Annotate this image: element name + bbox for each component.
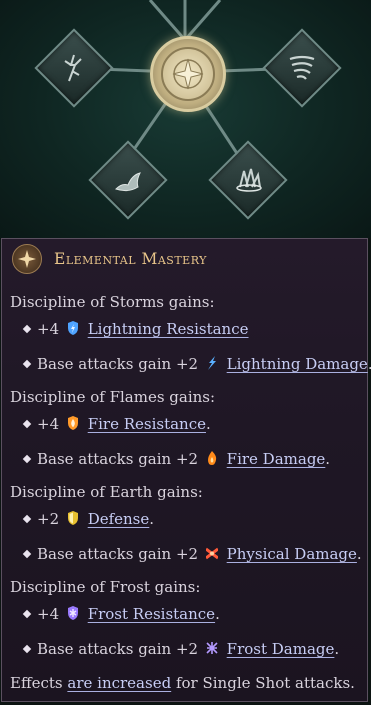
lightning-damage-link[interactable]: Lightning Damage xyxy=(227,355,368,373)
bonus-line: Base attacks gain +2 Fire Damage. xyxy=(22,450,330,468)
tooltip-header: Elemental Mastery xyxy=(2,239,367,279)
bonus-line: +4 Frost Resistance. xyxy=(22,605,220,623)
whirlwind-icon xyxy=(289,55,315,80)
bullet-icon xyxy=(22,359,32,369)
tooltip-panel: Elemental Mastery Discipline of Storms g… xyxy=(1,238,371,702)
fire-resistance-icon xyxy=(67,416,78,430)
section-heading: Discipline of Frost gains: xyxy=(10,578,201,596)
bonus-line: +2 Defense. xyxy=(22,510,154,528)
bonus-line: +4 Fire Resistance. xyxy=(22,415,211,433)
crystal-icon xyxy=(236,168,262,192)
bullet-icon xyxy=(22,549,32,559)
fire-resistance-link[interactable]: Fire Resistance xyxy=(88,415,206,433)
bonus-line: +4 Lightning Resistance xyxy=(22,320,249,338)
section-heading: Discipline of Earth gains: xyxy=(10,483,203,501)
lightning-damage-icon xyxy=(207,356,216,370)
frost-resistance-icon xyxy=(67,606,78,620)
physical-damage-link[interactable]: Physical Damage xyxy=(227,545,357,563)
bullet-icon xyxy=(22,324,32,334)
bullet-icon xyxy=(22,419,32,429)
lightning-tree-icon xyxy=(64,54,82,82)
fire-damage-icon xyxy=(207,451,217,465)
are-increased-link[interactable]: are increased xyxy=(67,674,171,692)
skill-tree xyxy=(0,0,371,238)
bonus-line: Base attacks gain +2 Frost Damage. xyxy=(22,640,339,658)
tooltip-title: Elemental Mastery xyxy=(54,250,207,268)
bonus-line: Base attacks gain +2 Lightning Damage. xyxy=(22,355,371,373)
defense-icon xyxy=(67,511,78,525)
defense-link[interactable]: Defense xyxy=(88,510,150,528)
frost-damage-link[interactable]: Frost Damage xyxy=(227,640,335,658)
flame-icon xyxy=(115,172,141,192)
lightning-resistance-icon xyxy=(67,321,78,335)
physical-damage-icon xyxy=(205,547,218,560)
lightning-resistance-link[interactable]: Lightning Resistance xyxy=(88,320,249,338)
bonus-line: Base attacks gain +2 Physical Damage. xyxy=(22,545,362,563)
frost-damage-icon xyxy=(206,642,218,654)
section-heading: Discipline of Storms gains: xyxy=(10,293,215,311)
frost-resistance-link[interactable]: Frost Resistance xyxy=(88,605,215,623)
elemental-star-icon xyxy=(172,58,204,90)
elemental-star-icon xyxy=(12,244,42,274)
section-heading: Discipline of Flames gains: xyxy=(10,388,216,406)
bullet-icon xyxy=(22,609,32,619)
skill-node-elemental-mastery[interactable] xyxy=(150,36,226,112)
bullet-icon xyxy=(22,514,32,524)
bullet-icon xyxy=(22,644,32,654)
footer-text: Effects are increased for Single Shot at… xyxy=(10,674,355,692)
fire-damage-link[interactable]: Fire Damage xyxy=(227,450,326,468)
bullet-icon xyxy=(22,454,32,464)
